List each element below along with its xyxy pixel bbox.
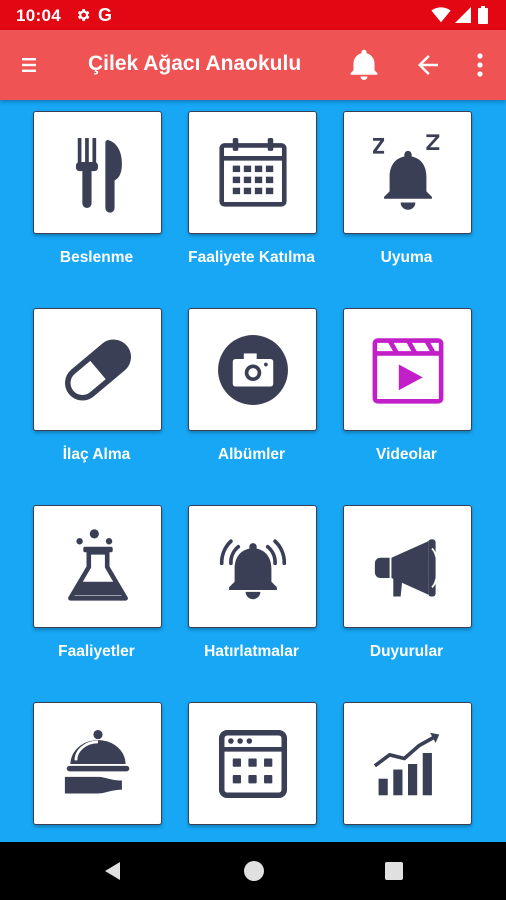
tile-card[interactable] bbox=[33, 505, 162, 628]
tile-yemek-menusu[interactable] bbox=[33, 691, 188, 842]
video-play-icon bbox=[372, 337, 443, 404]
tile-card[interactable] bbox=[33, 308, 162, 431]
camera-icon bbox=[217, 334, 288, 405]
tile-label: Duyurular bbox=[369, 643, 444, 660]
tile-label: Hatırlatmalar bbox=[204, 643, 299, 660]
tile-card[interactable] bbox=[343, 702, 472, 825]
tile-card[interactable] bbox=[33, 111, 162, 234]
calendar-grid-icon bbox=[218, 729, 287, 798]
tile-label: Uyuma bbox=[380, 249, 433, 266]
tile-card[interactable] bbox=[343, 308, 472, 431]
back-arrow-icon[interactable] bbox=[412, 50, 444, 80]
app-bar: Çilek Ağacı Anaokulu bbox=[0, 30, 506, 100]
ringing-bell-icon bbox=[219, 538, 286, 599]
tile-faaliyete-katilma[interactable]: Faaliyete Katılma bbox=[188, 100, 343, 290]
tile-label: Faaliyetler bbox=[58, 643, 135, 660]
tile-uyuma[interactable]: Uyuma bbox=[343, 100, 498, 290]
tile-videolar[interactable]: Videolar bbox=[343, 297, 498, 487]
status-bar: 10:04 G bbox=[0, 0, 506, 30]
tile-card[interactable] bbox=[33, 702, 162, 825]
nav-home-icon[interactable] bbox=[243, 860, 265, 882]
tile-beslenme[interactable]: Beslenme bbox=[33, 100, 188, 290]
tile-card[interactable] bbox=[343, 505, 472, 628]
nav-recents-icon[interactable] bbox=[384, 861, 404, 881]
wifi-icon bbox=[431, 7, 451, 23]
tile-duyurular[interactable]: Duyurular bbox=[343, 494, 498, 684]
tile-card[interactable] bbox=[188, 111, 317, 234]
tile-hatirlatmalar[interactable]: Hatırlatmalar bbox=[188, 494, 343, 684]
tile-gelisim[interactable] bbox=[343, 691, 498, 842]
growth-chart-icon bbox=[373, 732, 439, 795]
gear-icon bbox=[77, 9, 90, 21]
tile-card[interactable] bbox=[343, 111, 472, 234]
menu-icon[interactable] bbox=[18, 53, 42, 77]
tile-faaliyetler[interactable]: Faaliyetler bbox=[33, 494, 188, 684]
tile-card[interactable] bbox=[188, 505, 317, 628]
food-cloche-icon bbox=[64, 729, 129, 793]
menu-grid: Beslenme Faaliyete Katılma Uyuma İlaç Al… bbox=[0, 100, 506, 842]
tile-label: İlaç Alma bbox=[62, 446, 131, 463]
bell-icon[interactable] bbox=[346, 47, 382, 83]
fork-knife-icon bbox=[75, 137, 122, 213]
tile-card[interactable] bbox=[188, 702, 317, 825]
app-title: Çilek Ağacı Anaokulu bbox=[88, 52, 302, 75]
tile-label: Videolar bbox=[376, 446, 437, 463]
navigation-bar bbox=[0, 842, 506, 900]
tile-label: Albümler bbox=[217, 446, 286, 463]
nav-back-icon[interactable] bbox=[101, 859, 125, 883]
signal-icon bbox=[455, 7, 471, 23]
battery-icon bbox=[478, 6, 488, 24]
tile-label: Beslenme bbox=[59, 249, 134, 266]
sleeping-bell-icon bbox=[372, 133, 439, 210]
tile-ilac-alma[interactable]: İlaç Alma bbox=[33, 297, 188, 487]
google-icon: G bbox=[98, 5, 113, 25]
tile-card[interactable] bbox=[188, 308, 317, 431]
flask-icon bbox=[67, 528, 128, 601]
megaphone-icon bbox=[374, 538, 438, 596]
pill-icon bbox=[64, 339, 131, 400]
status-time: 10:04 bbox=[16, 6, 61, 25]
tile-takvim[interactable] bbox=[188, 691, 343, 842]
more-vert-icon[interactable] bbox=[470, 51, 490, 79]
tile-albumler[interactable]: Albümler bbox=[188, 297, 343, 487]
calendar-icon bbox=[218, 137, 287, 207]
tile-label: Faaliyete Katılma bbox=[188, 249, 315, 266]
